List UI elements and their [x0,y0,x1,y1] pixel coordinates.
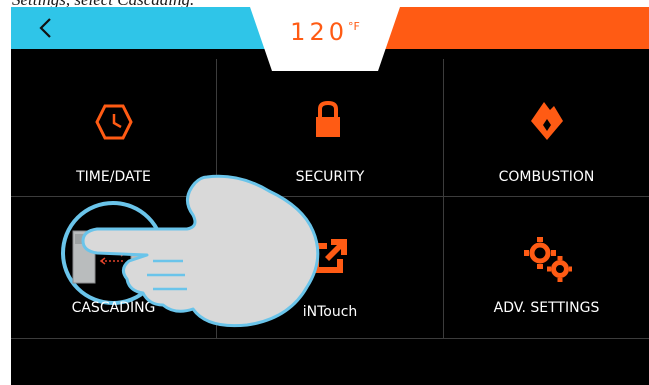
tile-label-cascading: CASCADING [71,300,156,316]
tile-label-intouch: iNTouch [302,304,358,320]
tile-adv-settings[interactable]: ADV. SETTINGS [444,197,649,338]
tile-time-date[interactable]: TIME/DATE [11,59,216,196]
tile-intouch[interactable]: iNTouch [217,197,443,338]
tile-label-adv-settings: ADV. SETTINGS [493,300,600,316]
grid-divider [11,338,649,339]
lock-icon [316,101,340,137]
temperature-unit: °F [347,20,360,33]
cascade-boilers-icon [61,201,165,305]
chevron-left-icon [39,18,51,38]
external-link-icon [313,239,347,273]
temperature-readout: 120°F [250,18,400,46]
tile-label-time-date: TIME/DATE [76,169,151,185]
tile-label-combustion: COMBUSTION [498,169,595,185]
clock-icon [95,104,133,140]
settings-screen: 120°F TIME/DATE SECURITY COMBUSTION CASC… [11,7,649,385]
tile-cascading[interactable]: CASCADING [11,197,216,338]
settings-grid: TIME/DATE SECURITY COMBUSTION CASCADING … [11,59,649,339]
temperature-value: 120 [290,18,348,46]
tile-security[interactable]: SECURITY [217,59,443,196]
tile-label-security: SECURITY [295,169,365,185]
flame-icon [531,102,563,140]
tile-combustion[interactable]: COMBUSTION [444,59,649,196]
gears-icon [524,237,572,282]
back-button[interactable] [31,13,61,43]
